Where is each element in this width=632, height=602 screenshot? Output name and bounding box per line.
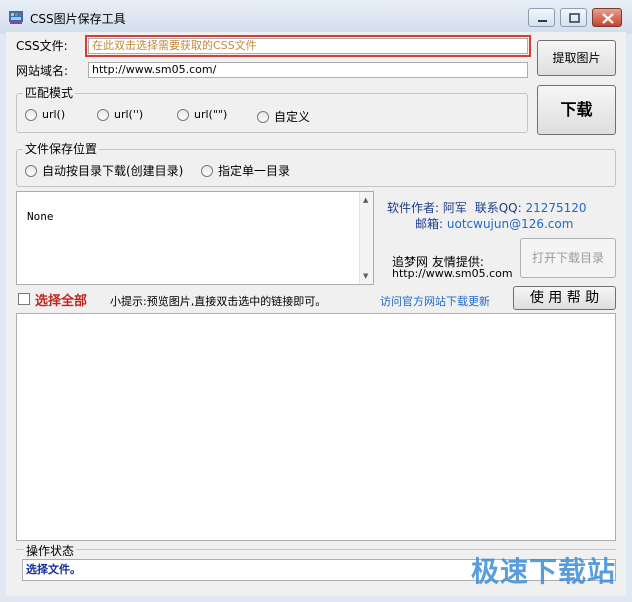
email-address: uotcwujun@126.com	[446, 217, 574, 231]
scroll-up-icon[interactable]: ▲	[363, 196, 368, 204]
css-file-placeholder: 在此双击选择需要获取的CSS文件	[92, 39, 257, 52]
match-mode-group: 匹配模式 url() url('') url("") 自定义	[16, 86, 528, 133]
select-all-checkbox[interactable]	[18, 293, 30, 305]
watermark-logo: 极速下载站	[470, 555, 616, 588]
minimize-button[interactable]	[528, 8, 555, 27]
provider-url: http://www.sm05.com	[392, 267, 513, 280]
tip-text: 小提示:预览图片,直接双击选中的链接即可。	[110, 295, 327, 308]
radio-circle	[25, 108, 37, 121]
domain-input[interactable]: http://www.sm05.com/	[88, 62, 528, 78]
save-location-legend: 文件保存位置	[23, 142, 100, 156]
update-link[interactable]: 访问官方网站下载更新	[380, 293, 490, 309]
radio-circle	[257, 110, 269, 123]
app-icon	[9, 11, 23, 24]
radio-circle	[177, 108, 189, 121]
close-icon	[602, 13, 614, 24]
open-download-directory-button[interactable]: 打开下载目录	[520, 238, 616, 278]
radio-url-plain[interactable]: url()	[25, 108, 65, 121]
extract-images-button[interactable]: 提取图片	[537, 40, 616, 76]
list-scrollbar[interactable]: ▲ ▼	[359, 192, 373, 284]
help-button[interactable]: 使 用 帮 助	[513, 286, 616, 310]
radio-label: url()	[42, 108, 66, 121]
radio-label: 自定义	[274, 110, 311, 124]
radio-label: 指定单一目录	[218, 164, 291, 178]
minimize-icon	[538, 20, 547, 22]
scroll-down-icon[interactable]: ▼	[363, 272, 368, 280]
radio-url-double-quote[interactable]: url("")	[177, 108, 227, 121]
maximize-icon	[569, 13, 580, 23]
radio-label: url("")	[194, 108, 228, 121]
css-file-input[interactable]: 在此双击选择需要获取的CSS文件	[85, 35, 531, 57]
radio-custom[interactable]: 自定义	[257, 108, 310, 125]
email-label: 邮箱:	[415, 217, 444, 231]
download-button[interactable]: 下载	[537, 85, 616, 135]
link-list[interactable]: None ▲ ▼	[16, 191, 374, 285]
author-line: 软件作者: 阿军 联系QQ: 21275120	[387, 199, 587, 216]
close-button[interactable]	[592, 8, 622, 27]
css-file-label: CSS文件:	[16, 39, 68, 53]
list-item: None	[27, 210, 54, 223]
qq-number: 21275120	[525, 201, 587, 215]
radio-circle	[201, 164, 213, 177]
title-bar[interactable]: CSS图片保存工具	[0, 0, 632, 34]
main-panel: CSS文件: 在此双击选择需要获取的CSS文件 网站域名: http://www…	[6, 32, 626, 596]
qq-label: 联系QQ:	[474, 201, 522, 215]
save-location-group: 文件保存位置 自动按目录下载(创建目录) 指定单一目录	[16, 142, 616, 187]
radio-auto-directory[interactable]: 自动按目录下载(创建目录)	[25, 162, 183, 179]
radio-url-single-quote[interactable]: url('')	[97, 108, 143, 121]
author-label: 软件作者:	[387, 201, 440, 215]
radio-circle	[25, 164, 37, 177]
window-title: CSS图片保存工具	[30, 12, 126, 26]
maximize-button[interactable]	[560, 8, 587, 27]
status-legend: 操作状态	[24, 542, 77, 559]
email-line: 邮箱: uotcwujun@126.com	[415, 215, 573, 232]
image-preview-area[interactable]	[16, 313, 616, 541]
radio-label: 自动按目录下载(创建目录)	[42, 164, 184, 178]
radio-circle	[97, 108, 109, 121]
author-name: 阿军	[442, 201, 467, 215]
radio-single-directory[interactable]: 指定单一目录	[201, 162, 290, 179]
domain-label: 网站域名:	[16, 64, 69, 78]
select-all-label[interactable]: 选择全部	[35, 290, 87, 309]
match-mode-legend: 匹配模式	[23, 86, 76, 100]
radio-label: url('')	[114, 108, 144, 121]
